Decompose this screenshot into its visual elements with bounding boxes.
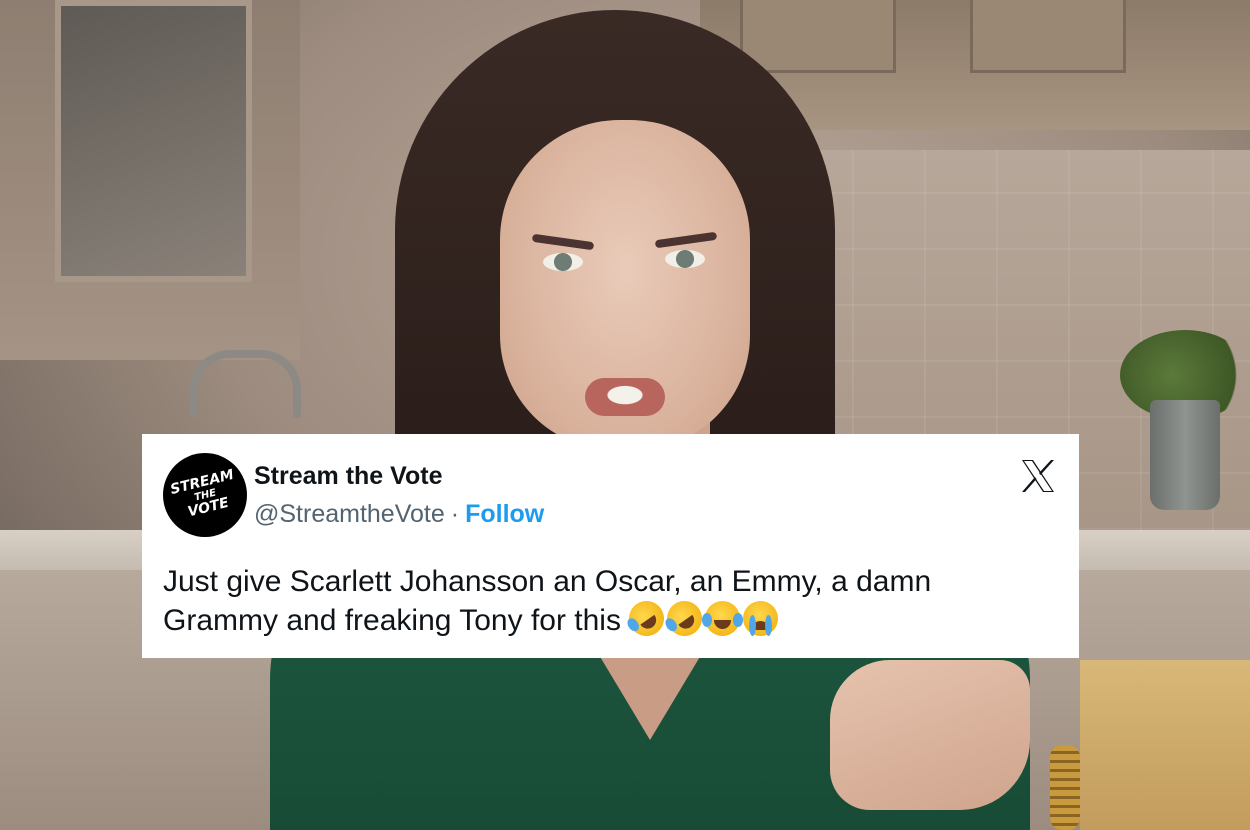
display-name[interactable]: Stream the Vote <box>254 462 442 491</box>
avatar-logo: STREAM THE VOTE <box>168 466 241 522</box>
emoji-mouth <box>640 614 660 632</box>
cabinet-door <box>970 0 1126 73</box>
follow-button[interactable]: Follow <box>465 500 544 528</box>
wood-cabinet <box>1080 660 1250 830</box>
loudly-crying-emoji <box>743 601 779 636</box>
tweet-body: Just give Scarlett Johansson an Oscar, a… <box>163 565 932 637</box>
user-handle[interactable]: @StreamtheVote <box>254 500 445 528</box>
emoji-mouth <box>678 614 698 632</box>
emoji-tear <box>625 616 642 634</box>
background-photo <box>0 0 1250 830</box>
eye <box>543 253 583 271</box>
emoji-group <box>622 594 781 643</box>
bracelet <box>1050 745 1080 830</box>
handle-row: @StreamtheVote · Follow <box>254 500 544 529</box>
emoji-mouth <box>714 620 732 629</box>
cabinet-door <box>740 0 896 73</box>
tweet-card[interactable]: STREAM THE VOTE Stream the Vote @Streamt… <box>142 434 1079 658</box>
emoji-tear <box>733 613 744 627</box>
eye <box>665 250 705 268</box>
rofl-emoji <box>622 594 672 643</box>
x-logo-icon[interactable] <box>1018 456 1058 496</box>
emoji-tear <box>749 615 757 636</box>
avatar[interactable]: STREAM THE VOTE <box>163 453 247 537</box>
tweet-text: Just give Scarlett Johansson an Oscar, a… <box>163 562 1053 643</box>
emoji-tear <box>702 613 713 627</box>
tears-of-joy-emoji <box>702 601 744 636</box>
plant-pot <box>1150 400 1220 510</box>
person-hand <box>830 660 1030 810</box>
faucet <box>190 350 301 418</box>
emoji-tear <box>765 615 773 636</box>
emoji-tear <box>663 616 680 634</box>
separator-dot: · <box>450 500 460 528</box>
mouth <box>585 378 665 416</box>
cabinet-glass-door <box>55 0 252 282</box>
